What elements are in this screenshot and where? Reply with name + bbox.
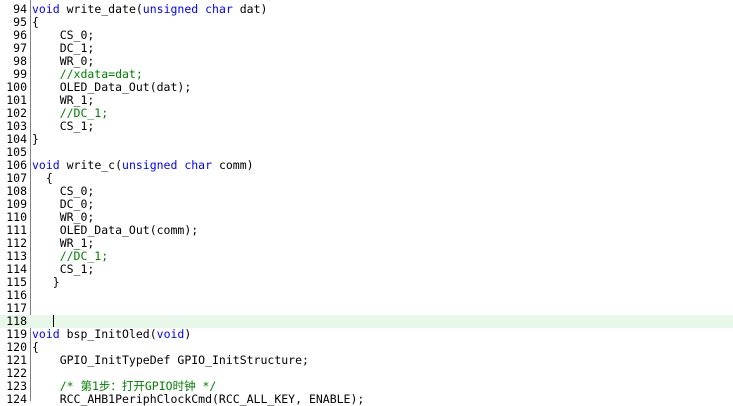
code-line[interactable]: 103 CS_1; [0,120,733,133]
code-line[interactable]: 124 RCC_AHB1PeriphClockCmd(RCC_ALL_KEY, … [0,393,733,406]
code-line[interactable]: 95{ [0,16,733,29]
code-token: ) [184,327,192,341]
code-token: comm) [212,158,254,172]
code-line[interactable]: 111 OLED_Data_Out(comm); [0,224,733,237]
code-line[interactable]: 101 WR_1; [0,94,733,107]
keyword-token: void [32,158,60,172]
code-token: DC_1; [32,41,95,55]
code-token: CS_1; [32,119,95,133]
code-token: OLED_Data_Out(comm); [32,223,199,237]
code-line[interactable]: 119 void bsp_InitOled(void) [0,328,733,341]
code-token: CS_1; [32,262,95,276]
code-token: WR_1; [32,93,95,107]
code-text[interactable]: } [32,133,39,146]
code-line[interactable]: 102 //DC_1; [0,107,733,120]
code-text[interactable]: void write_date(unsigned char dat) [32,3,267,16]
code-line[interactable]: 97 DC_1; [0,42,733,55]
comment-token: //xdata=dat; [32,67,143,81]
keyword-token: unsigned char [142,2,233,16]
code-token: GPIO_InitTypeDef GPIO_InitStructure; [32,353,309,367]
comment-token: //DC_1; [32,106,109,120]
code-line[interactable]: 104} [0,133,733,146]
code-token: WR_0; [32,54,95,68]
keyword-token: void [32,327,60,341]
code-token: } [32,275,60,289]
code-editor[interactable]: 94 void write_date(unsigned char dat) 95{9… [0,0,733,406]
code-line[interactable]: 117 [0,302,733,315]
code-line[interactable]: 121 GPIO_InitTypeDef GPIO_InitStructure; [0,354,733,367]
code-line[interactable]: 112 WR_1; [0,237,733,250]
code-token: { [32,15,39,29]
text-caret [52,315,54,327]
keyword-token: void [156,327,185,341]
keyword-token: void [32,2,60,16]
code-token: WR_1; [32,236,95,250]
code-token: { [32,340,39,354]
code-line[interactable]: 115 } [0,276,733,289]
code-token: OLED_Data_Out(dat); [32,80,192,94]
code-text[interactable]: CS_1; [32,119,95,133]
code-text[interactable]: void bsp_InitOled(void) [32,328,191,341]
code-lines[interactable]: 94 void write_date(unsigned char dat) 95{9… [0,3,733,406]
code-token: DC_0; [32,197,95,211]
code-token: } [32,132,39,146]
code-token: bsp_InitOled( [59,327,157,341]
code-line[interactable]: 107 { [0,172,733,185]
code-line[interactable]: 96 CS_0; [0,29,733,42]
comment-token: //DC_1; [32,249,109,263]
code-line[interactable]: 109 DC_0; [0,198,733,211]
code-token: RCC_AHB1PeriphClockCmd(RCC_ALL_KEY, ENAB… [32,392,365,406]
keyword-token: unsigned char [122,158,213,172]
code-line[interactable]: 114 CS_1; [0,263,733,276]
code-text[interactable]: GPIO_InitTypeDef GPIO_InitStructure; [32,354,309,367]
code-token: write_date( [59,2,143,16]
code-line[interactable]: 106 void write_c(unsigned char comm) [0,159,733,172]
code-text[interactable]: void write_c(unsigned char comm) [32,159,254,172]
code-token: WR_0; [32,210,95,224]
code-line[interactable]: 113 //DC_1; [0,250,733,263]
code-line[interactable]: 108 CS_0; [0,185,733,198]
line-number: 124 [6,392,27,406]
code-text[interactable]: RCC_AHB1PeriphClockCmd(RCC_ALL_KEY, ENAB… [32,392,365,406]
code-line[interactable]: 94 void write_date(unsigned char dat) [0,3,733,16]
code-token: CS_0; [32,184,95,198]
code-token: dat) [232,2,268,16]
code-line[interactable]: 100 OLED_Data_Out(dat); [0,81,733,94]
code-token: { [32,171,53,185]
code-token: CS_0; [32,28,95,42]
comment-token: /* 第1步：打开GPIO时钟 */ [32,379,217,393]
code-token: write_c( [59,158,123,172]
code-line[interactable]: 116 [0,289,733,302]
code-text[interactable]: } [32,276,60,289]
